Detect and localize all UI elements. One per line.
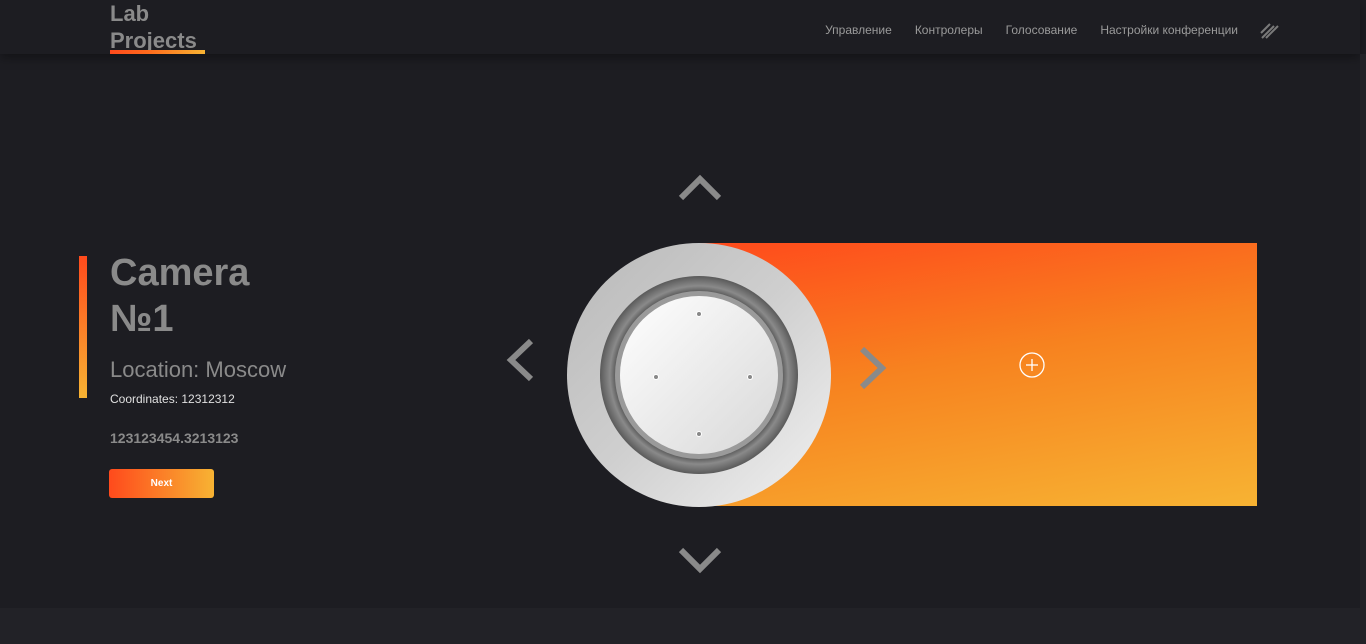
- chevron-up-icon[interactable]: [677, 172, 723, 202]
- camera-title: Camera №1: [110, 250, 249, 342]
- joystick[interactable]: [567, 243, 831, 507]
- footer: [0, 608, 1366, 644]
- chevron-left-icon[interactable]: [503, 337, 537, 383]
- camera-coordinates: Coordinates: 12312312: [110, 392, 235, 406]
- next-button[interactable]: Next: [109, 469, 214, 498]
- nav-item-conference-settings[interactable]: Настройки конференции: [1100, 23, 1238, 37]
- scrollbar-track[interactable]: [1360, 54, 1366, 608]
- logo-line-1: Lab: [110, 1, 150, 26]
- header: Lab Projects Управление Контролеры Голос…: [0, 0, 1360, 54]
- camera-value: 123123454.3213123: [110, 430, 239, 446]
- logo-underline: [110, 50, 205, 54]
- nav-item-voting[interactable]: Голосование: [1006, 23, 1078, 37]
- chevron-down-icon[interactable]: [677, 546, 723, 576]
- nav-item-management[interactable]: Управление: [825, 23, 892, 37]
- chevron-right-icon[interactable]: [856, 345, 890, 391]
- diagonal-lines-icon[interactable]: [1260, 20, 1280, 40]
- accent-bar: [79, 256, 87, 398]
- page: Lab Projects Управление Контролеры Голос…: [0, 0, 1366, 644]
- main-nav: Управление Контролеры Голосование Настро…: [802, 20, 1280, 40]
- camera-location: Location: Moscow: [110, 357, 287, 382]
- camera-title-line-1: Camera: [110, 252, 250, 294]
- nav-item-controllers[interactable]: Контролеры: [915, 23, 983, 37]
- add-circle-icon[interactable]: [1019, 352, 1045, 378]
- camera-title-line-2: №1: [110, 298, 174, 340]
- logo[interactable]: Lab Projects: [110, 0, 205, 54]
